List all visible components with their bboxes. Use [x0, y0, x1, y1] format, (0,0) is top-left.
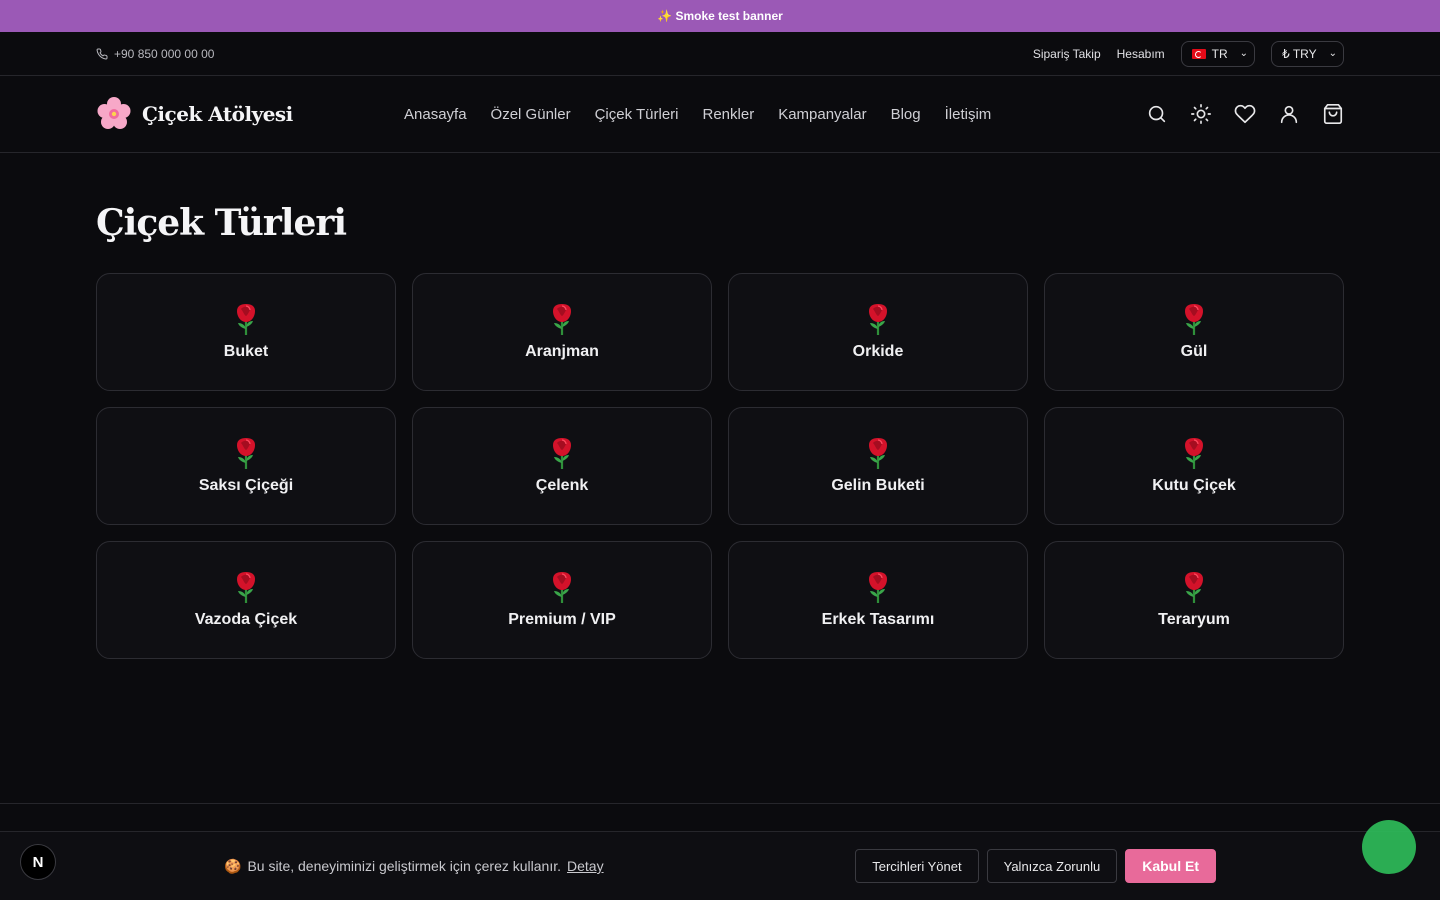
brand-logo[interactable]: Çiçek Atölyesi [96, 96, 386, 132]
rose-icon [1180, 571, 1208, 605]
category-card[interactable]: Teraryum [1044, 541, 1344, 659]
main-content: Çiçek Türleri Buket Aranjman Orkide Gül Saks… [0, 153, 1440, 659]
category-name: Kutu Çiçek [1152, 477, 1236, 494]
phone-contact[interactable]: +90 850 000 00 00 [96, 47, 214, 61]
category-card[interactable]: Vazoda Çiçek [96, 541, 396, 659]
promo-banner: ✨ Smoke test banner [0, 0, 1440, 32]
nav-item-home[interactable]: Anasayfa [404, 106, 467, 123]
page-title: Çiçek Türleri [96, 202, 347, 244]
order-tracking-link[interactable]: Sipariş Takip [1033, 47, 1101, 61]
nav-item-colors[interactable]: Renkler [703, 106, 755, 123]
category-card[interactable]: Buket [96, 273, 396, 391]
category-name: Vazoda Çiçek [194, 611, 298, 628]
dev-tools-badge[interactable]: N [20, 844, 56, 880]
category-name: Buket [223, 343, 269, 360]
rose-icon [548, 437, 576, 471]
turkey-flag-icon [1191, 48, 1206, 59]
category-card[interactable]: Orkide [728, 273, 1028, 391]
heart-icon[interactable] [1234, 103, 1256, 125]
main-navigation: Anasayfa Özel Günler Çiçek Türleri Renkl… [404, 106, 991, 123]
category-name: Aranjman [525, 343, 599, 360]
cookie-text: Bu site, deneyiminizi geliştirmek için ç… [247, 858, 562, 874]
main-header: Çiçek Atölyesi Anasayfa Özel Günler Çiçe… [0, 76, 1440, 153]
rose-icon [548, 571, 576, 605]
rose-icon [1180, 437, 1208, 471]
search-icon[interactable] [1146, 103, 1168, 125]
language-value: TR [1211, 46, 1228, 61]
category-name: Erkek Tasarımı [821, 611, 935, 628]
category-name: Gelin Buketi [831, 477, 925, 494]
category-card[interactable]: Saksı Çiçeği [96, 407, 396, 525]
phone-icon [96, 47, 108, 59]
promo-banner-text: ✨ Smoke test banner [657, 9, 783, 23]
category-name: Orkide [852, 343, 904, 360]
nav-item-flower-types[interactable]: Çiçek Türleri [595, 106, 679, 123]
category-card[interactable]: Çelenk [412, 407, 712, 525]
category-card[interactable]: Erkek Tasarımı [728, 541, 1028, 659]
phone-number: +90 850 000 00 00 [114, 46, 215, 61]
currency-value: ₺ TRY [1282, 46, 1317, 61]
cookie-detail-link[interactable]: Detay [567, 858, 604, 874]
category-name: Premium / VIP [508, 611, 616, 628]
footer-divider [0, 803, 1440, 804]
user-icon[interactable] [1278, 103, 1300, 125]
language-select[interactable]: TR ⌄ [1180, 40, 1256, 67]
account-link[interactable]: Hesabım [1117, 47, 1165, 61]
nav-item-special-days[interactable]: Özel Günler [491, 106, 571, 123]
nav-item-blog[interactable]: Blog [891, 106, 921, 123]
rose-icon [864, 571, 892, 605]
necessary-only-button[interactable]: Yalnızca Zorunlu [986, 849, 1118, 883]
shopping-bag-icon[interactable] [1322, 103, 1344, 125]
top-utility-bar: +90 850 000 00 00 Sipariş Takip Hesabım … [0, 32, 1440, 76]
rose-icon [232, 571, 260, 605]
nav-item-contact[interactable]: İletişim [945, 106, 992, 123]
category-grid: Buket Aranjman Orkide Gül Saksı Çiçeği Çelenk… [96, 273, 1344, 659]
manage-preferences-button[interactable]: Tercihleri Yönet [855, 849, 979, 883]
chat-button[interactable] [1362, 820, 1416, 874]
brand-name: Çiçek Atölyesi [142, 102, 293, 126]
theme-toggle-icon[interactable] [1190, 103, 1212, 125]
rose-icon [864, 303, 892, 337]
rose-icon [864, 437, 892, 471]
rose-icon [1180, 303, 1208, 337]
category-name: Saksı Çiçeği [198, 477, 294, 494]
cookie-message: 🍪 Bu site, deneyiminizi geliştirmek için… [224, 858, 604, 875]
accept-cookies-button[interactable]: Kabul Et [1125, 849, 1216, 883]
chevron-down-icon: ⌄ [1239, 48, 1249, 59]
cookie-icon: 🍪 [224, 857, 242, 874]
category-card[interactable]: Aranjman [412, 273, 712, 391]
cherry-blossom-icon [97, 97, 131, 129]
category-name: Gül [1180, 343, 1208, 360]
category-name: Teraryum [1158, 611, 1230, 628]
category-card[interactable]: Gelin Buketi [728, 407, 1028, 525]
nav-item-campaigns[interactable]: Kampanyalar [778, 106, 866, 123]
category-name: Çelenk [535, 477, 589, 494]
currency-select[interactable]: ₺ TRY ⌄ [1271, 40, 1344, 67]
cookie-consent-bar: 🍪 Bu site, deneyiminizi geliştirmek için… [0, 831, 1440, 900]
rose-icon [232, 437, 260, 471]
header-actions [1146, 103, 1344, 125]
category-card[interactable]: Premium / VIP [412, 541, 712, 659]
chevron-down-icon: ⌄ [1328, 48, 1337, 59]
category-card[interactable]: Kutu Çiçek [1044, 407, 1344, 525]
category-card[interactable]: Gül [1044, 273, 1344, 391]
rose-icon [548, 303, 576, 337]
rose-icon [232, 303, 260, 337]
